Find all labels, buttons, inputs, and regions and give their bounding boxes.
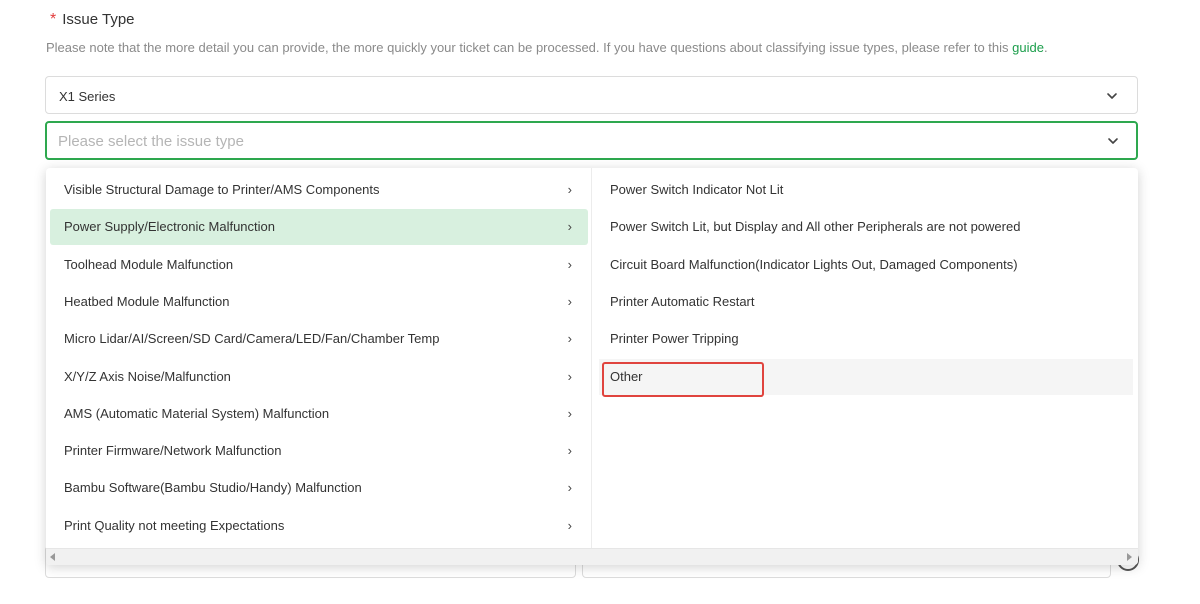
hint-text: Please note that the more detail you can… — [46, 40, 1013, 55]
subcategory-item-label: Printer Power Tripping — [610, 331, 739, 347]
subcategory-item-circuit-board-malfunction-indicator-lights-out-damaged-components[interactable]: Circuit Board Malfunction(Indicator Ligh… — [599, 247, 1133, 283]
category-item-x-y-z-axis-noise-malfunction[interactable]: X/Y/Z Axis Noise/Malfunction › — [50, 359, 588, 395]
category-item-label: Bambu Software(Bambu Studio/Handy) Malfu… — [64, 480, 362, 496]
chevron-right-icon: › — [567, 293, 572, 309]
issue-type-hint: Please note that the more detail you can… — [46, 40, 1048, 55]
chevron-right-icon: › — [567, 331, 572, 347]
chevron-right-icon: › — [567, 443, 572, 459]
category-item-label: Micro Lidar/AI/Screen/SD Card/Camera/LED… — [64, 331, 440, 347]
series-select[interactable]: X1 Series — [45, 76, 1138, 114]
chevron-down-icon — [1108, 138, 1118, 144]
subcategory-column: Power Switch Indicator Not Lit Power Swit… — [593, 168, 1138, 548]
subcategory-item-printer-automatic-restart[interactable]: Printer Automatic Restart — [599, 284, 1133, 320]
scroll-left-icon[interactable] — [50, 553, 55, 561]
category-item-bambu-software-bambu-studio-handy-malfunction[interactable]: Bambu Software(Bambu Studio/Handy) Malfu… — [50, 470, 588, 506]
chevron-right-icon: › — [567, 256, 572, 272]
chevron-right-icon: › — [567, 182, 572, 197]
chevron-down-icon — [1107, 93, 1117, 99]
category-item-printer-firmware-network-malfunction[interactable]: Printer Firmware/Network Malfunction › — [50, 433, 588, 469]
category-item-visible-structural-damage-to-printer-ams-components[interactable]: Visible Structural Damage to Printer/AMS… — [50, 172, 588, 208]
category-item-label: X/Y/Z Axis Noise/Malfunction — [64, 368, 231, 384]
issue-type-placeholder: Please select the issue type — [58, 133, 244, 150]
required-mark: * — [50, 11, 57, 28]
category-item-label: Heatbed Module Malfunction — [64, 293, 230, 309]
category-item-ams-automatic-material-system-malfunction[interactable]: AMS (Automatic Material System) Malfunct… — [50, 396, 588, 432]
chevron-right-icon: › — [567, 517, 572, 533]
subcategory-item-power-switch-lit-but-display-and-all-other-peripherals-are-not-powered[interactable]: Power Switch Lit, but Display and All ot… — [599, 209, 1133, 245]
category-item-toolhead-module-malfunction[interactable]: Toolhead Module Malfunction › — [50, 247, 588, 283]
chevron-right-icon: › — [567, 219, 572, 235]
subcategory-item-label: Power Switch Indicator Not Lit — [610, 182, 784, 197]
horizontal-scrollbar[interactable] — [46, 548, 1138, 565]
issue-type-cascader: Visible Structural Damage to Printer/AMS… — [46, 168, 1138, 565]
category-item-label: Visible Structural Damage to Printer/AMS… — [64, 182, 380, 197]
subcategory-item-printer-power-tripping[interactable]: Printer Power Tripping — [599, 321, 1133, 357]
subcategory-item-label: Printer Automatic Restart — [610, 293, 755, 309]
issue-type-label-text: Issue Type — [62, 11, 135, 28]
category-item-power-supply-electronic-malfunction[interactable]: Power Supply/Electronic Malfunction › — [50, 209, 588, 246]
category-item-print-quality-not-meeting-expectations[interactable]: Print Quality not meeting Expectations › — [50, 508, 588, 544]
category-item-micro-lidar-ai-screen-sd-card-camera-led-fan-chamber-temp[interactable]: Micro Lidar/AI/Screen/SD Card/Camera/LED… — [50, 321, 588, 357]
hint-end: . — [1043, 40, 1048, 55]
guide-link[interactable]: guide — [1012, 40, 1044, 55]
subcategory-item-power-switch-indicator-not-lit[interactable]: Power Switch Indicator Not Lit — [599, 172, 1133, 208]
other-highlight-box — [602, 362, 764, 397]
series-select-value: X1 Series — [59, 89, 116, 104]
category-column: Visible Structural Damage to Printer/AMS… — [46, 168, 592, 548]
category-item-label: Power Supply/Electronic Malfunction — [64, 219, 275, 235]
category-item-label: Print Quality not meeting Expectations — [64, 517, 285, 533]
issue-type-label: * Issue Type — [50, 11, 135, 29]
category-item-label: Toolhead Module Malfunction — [64, 256, 234, 272]
subcategory-item-label: Power Switch Lit, but Display and All ot… — [610, 219, 1021, 235]
chevron-right-icon: › — [567, 405, 572, 421]
scroll-right-icon[interactable] — [1127, 553, 1132, 561]
subcategory-item-label: Circuit Board Malfunction(Indicator Ligh… — [610, 256, 1018, 272]
chevron-right-icon: › — [567, 368, 572, 384]
category-item-heatbed-module-malfunction[interactable]: Heatbed Module Malfunction › — [50, 284, 588, 320]
category-item-label: AMS (Automatic Material System) Malfunct… — [64, 405, 330, 421]
category-item-label: Printer Firmware/Network Malfunction — [64, 443, 282, 459]
issue-type-select[interactable]: Please select the issue type — [45, 121, 1138, 160]
chevron-right-icon: › — [567, 480, 572, 496]
